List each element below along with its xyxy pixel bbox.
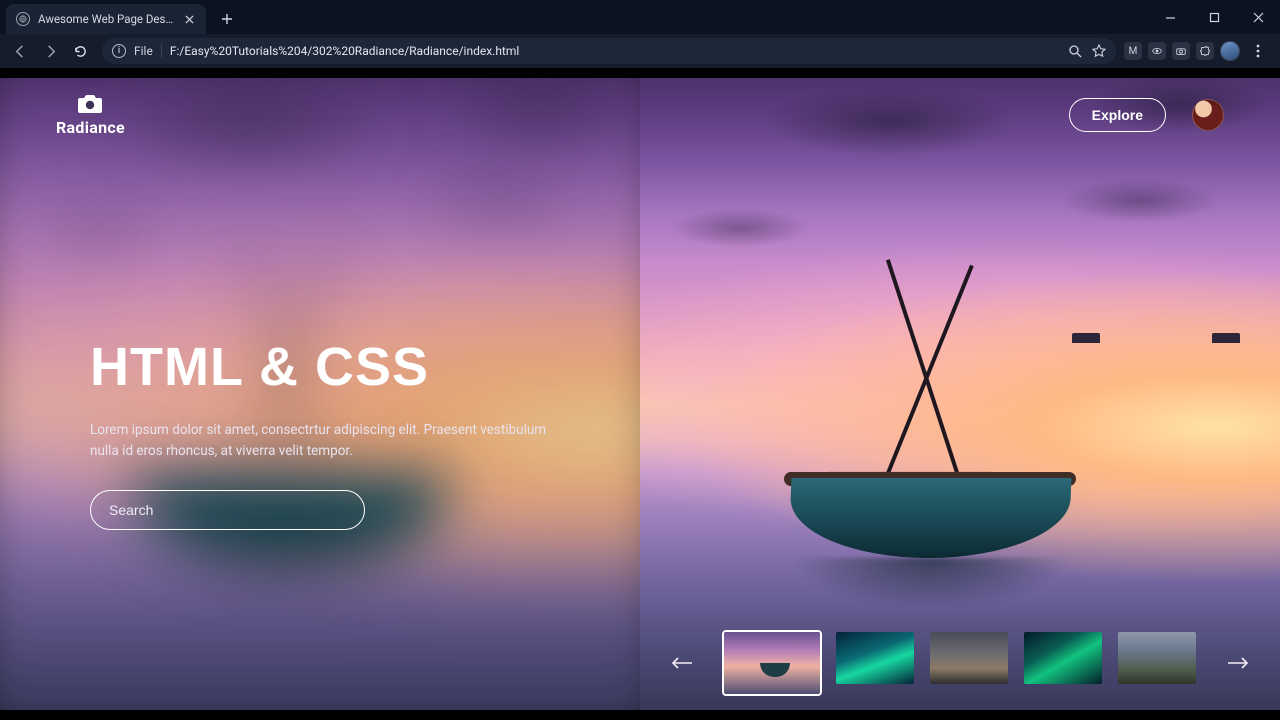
extensions-area: M xyxy=(1124,39,1274,63)
search-input[interactable] xyxy=(109,502,346,518)
extensions-puzzle-icon[interactable] xyxy=(1196,42,1214,60)
hero-image xyxy=(640,68,1280,720)
thumb-dusk-hills[interactable] xyxy=(930,632,1008,684)
window-maximize-button[interactable] xyxy=(1192,0,1236,34)
window-controls xyxy=(1148,0,1280,34)
thumb-sunset-boat[interactable] xyxy=(724,632,820,694)
letterbox-top xyxy=(0,68,1280,78)
page-header: Radiance Explore xyxy=(0,92,1280,137)
thumbnails xyxy=(724,632,1196,694)
search-field[interactable] xyxy=(90,490,365,530)
tab-title: Awesome Web Page Design - Ea xyxy=(38,12,174,26)
extension-eye-icon[interactable] xyxy=(1148,42,1166,60)
window-close-button[interactable] xyxy=(1236,0,1280,34)
url-path: F:/Easy%20Tutorials%204/302%20Radiance/R… xyxy=(170,44,519,58)
bookmark-star-icon[interactable] xyxy=(1092,44,1106,58)
tab-close-button[interactable] xyxy=(182,12,196,26)
window-minimize-button[interactable] xyxy=(1148,0,1192,34)
url-separator xyxy=(161,44,162,58)
thumbs-next-button[interactable] xyxy=(1224,649,1252,677)
profile-avatar[interactable] xyxy=(1192,99,1224,131)
extension-m-icon[interactable]: M xyxy=(1124,42,1142,60)
hero-title: HTML & CSS xyxy=(90,336,560,398)
brand-logo[interactable]: Radiance xyxy=(56,92,125,137)
zoom-icon[interactable] xyxy=(1068,44,1082,58)
camera-icon xyxy=(76,92,104,114)
nav-back-button[interactable] xyxy=(6,37,34,65)
thumb-valley[interactable] xyxy=(1118,632,1196,684)
titlebar: Awesome Web Page Design - Ea xyxy=(0,0,1280,34)
active-tab[interactable]: Awesome Web Page Design - Ea xyxy=(6,4,206,34)
browser-menu-button[interactable] xyxy=(1246,39,1270,63)
explore-button[interactable]: Explore xyxy=(1069,98,1166,132)
address-bar[interactable]: i File F:/Easy%20Tutorials%204/302%20Rad… xyxy=(102,38,1116,64)
chrome-profile-avatar[interactable] xyxy=(1220,41,1240,61)
thumb-aurora-2[interactable] xyxy=(1024,632,1102,684)
brand-name: Radiance xyxy=(56,118,125,137)
url-scheme: File xyxy=(134,44,153,58)
browser-chrome: Awesome Web Page Design - Ea i File F:/E… xyxy=(0,0,1280,68)
extension-camera-icon[interactable] xyxy=(1172,42,1190,60)
hero-content: HTML & CSS Lorem ipsum dolor sit amet, c… xyxy=(90,336,560,530)
thumbs-prev-button[interactable] xyxy=(668,649,696,677)
thumb-aurora[interactable] xyxy=(836,632,914,684)
thumbnail-strip xyxy=(640,632,1280,694)
letterbox-bottom xyxy=(0,710,1280,720)
nav-forward-button[interactable] xyxy=(36,37,64,65)
page-viewport: Radiance Explore HTML & CSS Lorem ipsum … xyxy=(0,68,1280,720)
nav-reload-button[interactable] xyxy=(66,37,94,65)
new-tab-button[interactable] xyxy=(214,6,240,32)
browser-toolbar: i File F:/Easy%20Tutorials%204/302%20Rad… xyxy=(0,34,1280,68)
header-right: Explore xyxy=(1069,98,1224,132)
globe-icon xyxy=(16,12,30,26)
hero-subtitle: Lorem ipsum dolor sit amet, consectrtur … xyxy=(90,420,560,462)
site-info-icon[interactable]: i xyxy=(112,44,126,58)
